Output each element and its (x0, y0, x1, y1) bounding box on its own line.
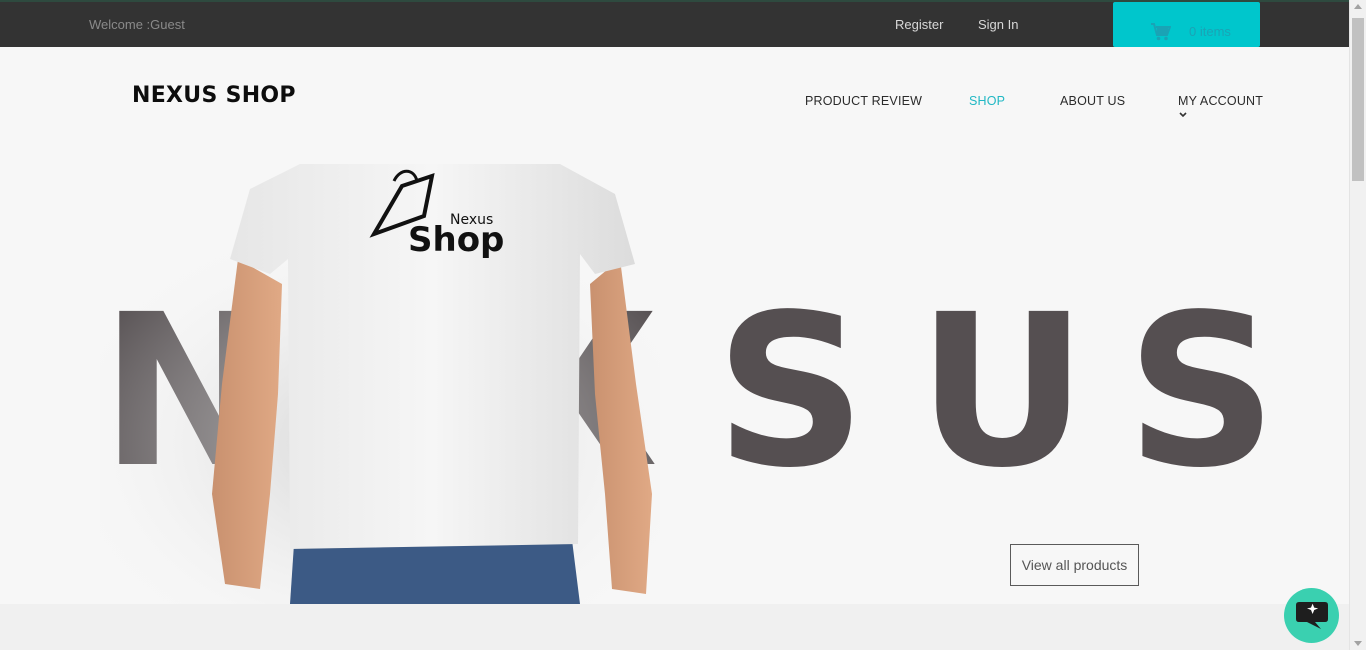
scroll-up-arrow[interactable] (1354, 4, 1362, 9)
hero-section: NEXUS SHOP PRODUCT REVIEW SHOP ABOUT US … (0, 47, 1349, 604)
site-logo[interactable]: NEXUS SHOP (132, 83, 296, 108)
cart-button[interactable]: 0 items (1113, 2, 1260, 47)
sign-in-link[interactable]: Sign In (978, 17, 1018, 32)
chevron-down-icon[interactable] (1178, 110, 1188, 120)
hero-letter-u: U (917, 269, 1088, 514)
cart-icon (1151, 23, 1171, 41)
chat-button[interactable] (1284, 588, 1339, 643)
nav-my-account[interactable]: MY ACCOUNT (1178, 94, 1263, 108)
nav-product-review[interactable]: PRODUCT REVIEW (805, 94, 922, 108)
hero-letter-s1: S (715, 269, 867, 514)
scroll-down-arrow[interactable] (1354, 641, 1362, 646)
welcome-text: Welcome :Guest (89, 17, 185, 32)
top-bar: Welcome :Guest Register Sign In 0 items (0, 0, 1349, 47)
register-link[interactable]: Register (895, 17, 943, 32)
nav-shop[interactable]: SHOP (969, 94, 1005, 108)
scroll-thumb[interactable] (1352, 18, 1364, 181)
nav-about-us[interactable]: ABOUT US (1060, 94, 1125, 108)
cart-count: 0 items (1189, 24, 1231, 39)
page-scrollbar[interactable] (1349, 0, 1366, 650)
hero-letter-s2: S (1126, 269, 1278, 514)
chat-icon (1296, 602, 1328, 629)
view-all-products-button[interactable]: View all products (1010, 544, 1139, 586)
shirt-logo-main: Shop (408, 220, 504, 260)
model-tshirt-image: Nexus Shop (100, 164, 660, 604)
